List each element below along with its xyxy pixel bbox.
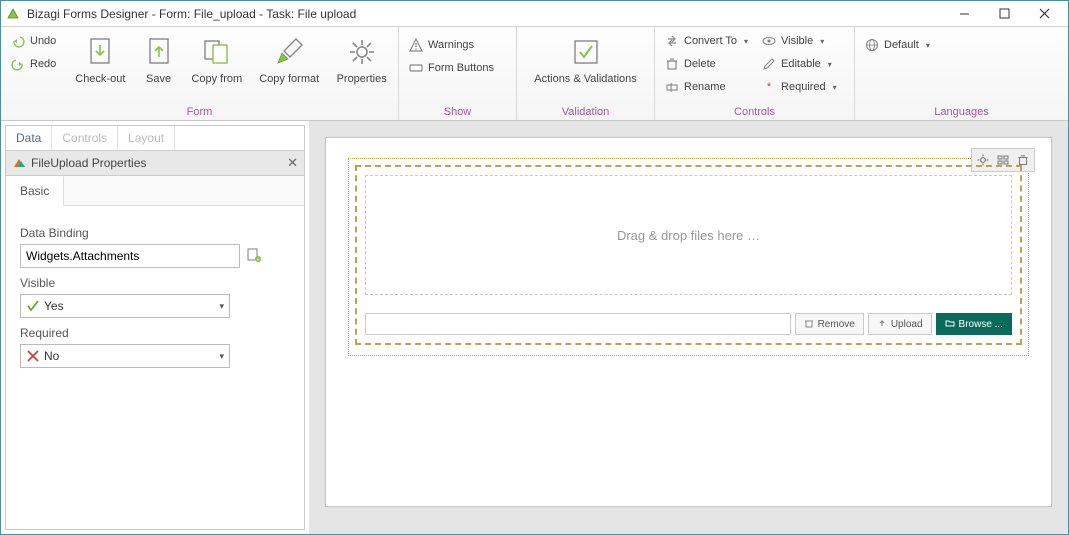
delete-button[interactable]: Delete — [663, 54, 750, 74]
properties-button[interactable]: Properties — [333, 31, 390, 85]
rename-icon — [665, 80, 679, 94]
group-label-validation: Validation — [525, 106, 646, 118]
close-panel-icon[interactable]: ✕ — [287, 155, 298, 171]
paintbrush-icon — [272, 33, 306, 71]
caret-icon: ▾ — [828, 60, 832, 69]
globe-icon — [865, 38, 879, 52]
chevron-down-icon: ▾ — [219, 351, 224, 362]
gear-icon — [347, 33, 377, 71]
browse-file-button[interactable]: Browse ... — [936, 313, 1012, 335]
window-title: Bizagi Forms Designer - Form: File_uploa… — [27, 7, 944, 21]
caret-icon: ▾ — [820, 37, 824, 46]
close-button[interactable] — [1024, 2, 1064, 26]
check-icon — [26, 299, 40, 313]
properties-icon — [12, 156, 26, 170]
upload-bar: Remove Upload Browse ... — [365, 313, 1012, 335]
warnings-button[interactable]: Warnings — [407, 35, 496, 55]
trash-icon — [665, 57, 679, 71]
form-buttons-icon — [409, 61, 423, 75]
actions-validations-button[interactable]: Actions & Validations — [526, 31, 646, 85]
group-label-form: Form — [9, 106, 390, 118]
label-visible: Visible — [20, 276, 290, 290]
chevron-down-icon: ▾ — [219, 301, 224, 312]
form-buttons-button[interactable]: Form Buttons — [407, 58, 496, 78]
left-panel: Data Controls Layout FileUpload Properti… — [5, 125, 305, 530]
properties-body: Data Binding + Visible Yes ▾ Required No… — [6, 206, 304, 380]
save-icon — [144, 33, 174, 71]
copy-format-button[interactable]: Copy format — [255, 31, 323, 85]
group-label-languages: Languages — [863, 106, 1060, 118]
copy-from-button[interactable]: Copy from — [188, 31, 245, 85]
panel-tabs: Data Controls Layout — [6, 126, 304, 151]
sub-tab-basic[interactable]: Basic — [6, 176, 64, 206]
visible-button[interactable]: Visible▾ — [760, 31, 839, 51]
group-label-show: Show — [407, 106, 508, 118]
upload-path-input[interactable] — [365, 313, 791, 335]
binding-picker-icon[interactable]: + — [246, 247, 262, 266]
form-card: Drag & drop files here … Remove Upload B… — [325, 137, 1052, 507]
file-upload-widget[interactable]: Drag & drop files here … Remove Upload B… — [355, 165, 1022, 345]
folder-icon — [945, 318, 955, 331]
copy-from-icon — [201, 33, 233, 71]
visible-dropdown[interactable]: Yes ▾ — [20, 294, 230, 318]
sub-tabs: Basic — [6, 176, 304, 205]
redo-button[interactable]: Redo — [9, 54, 62, 74]
eye-icon — [762, 34, 776, 48]
caret-icon: ▾ — [744, 37, 748, 46]
checkout-button[interactable]: Check-out — [72, 31, 129, 85]
redo-icon — [11, 57, 25, 71]
pencil-icon — [762, 57, 776, 71]
check-icon — [570, 33, 602, 71]
rename-button[interactable]: Rename — [663, 77, 750, 97]
caret-icon: ▾ — [833, 83, 837, 92]
app-icon — [5, 6, 21, 22]
label-data-binding: Data Binding — [20, 226, 290, 240]
asterisk-icon: * — [762, 80, 776, 94]
tab-controls[interactable]: Controls — [52, 126, 118, 150]
convert-icon — [665, 34, 679, 48]
required-dropdown[interactable]: No ▾ — [20, 344, 230, 368]
editable-button[interactable]: Editable▾ — [760, 54, 839, 74]
tab-data[interactable]: Data — [6, 126, 52, 150]
required-button[interactable]: *Required▾ — [760, 77, 839, 97]
minimize-button[interactable] — [944, 2, 984, 26]
tab-layout[interactable]: Layout — [118, 126, 175, 150]
default-language-button[interactable]: Default▾ — [863, 35, 932, 55]
undo-button[interactable]: Undo — [9, 31, 62, 51]
remove-file-button[interactable]: Remove — [795, 313, 864, 335]
data-binding-input[interactable] — [20, 244, 240, 268]
caret-icon: ▾ — [926, 41, 930, 50]
main: Data Controls Layout FileUpload Properti… — [1, 121, 1068, 534]
upload-file-button[interactable]: Upload — [868, 313, 932, 335]
convert-to-button[interactable]: Convert To▾ — [663, 31, 750, 51]
undo-icon — [11, 34, 25, 48]
svg-text:+: + — [257, 257, 260, 263]
warning-icon — [409, 38, 423, 52]
checkout-icon — [85, 33, 115, 71]
trash-icon — [804, 318, 814, 331]
group-label-controls: Controls — [663, 106, 846, 118]
cross-icon — [26, 349, 40, 363]
titlebar: Bizagi Forms Designer - Form: File_uploa… — [1, 1, 1068, 27]
upload-icon — [877, 318, 887, 331]
save-button[interactable]: Save — [139, 31, 179, 85]
canvas: Drag & drop files here … Remove Upload B… — [309, 121, 1068, 534]
label-required: Required — [20, 326, 290, 340]
maximize-button[interactable] — [984, 2, 1024, 26]
dropzone[interactable]: Drag & drop files here … — [365, 175, 1012, 295]
ribbon: Undo Redo Check-out Save Copy from Copy … — [1, 27, 1068, 121]
properties-header: FileUpload Properties ✕ — [6, 151, 304, 176]
